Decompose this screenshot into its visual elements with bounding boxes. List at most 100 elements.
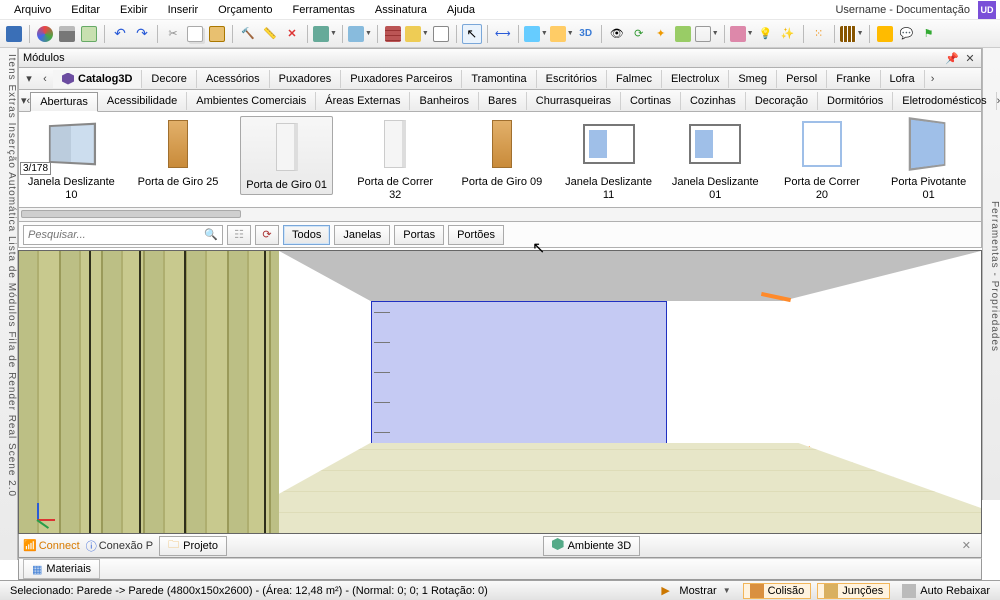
palette-icon[interactable] bbox=[35, 24, 55, 44]
layout-icon[interactable] bbox=[431, 24, 451, 44]
user-badge[interactable]: UD bbox=[978, 1, 996, 19]
catalog-dropdown-icon[interactable]: ▾ bbox=[21, 72, 37, 85]
gallery-item-selected[interactable]: Porta de Giro 01 bbox=[240, 116, 332, 195]
cat-acessibilidade[interactable]: Acessibilidade bbox=[98, 92, 187, 110]
tab-projeto[interactable]: 🗀Projeto bbox=[159, 536, 227, 556]
cat-areas-externas[interactable]: Áreas Externas bbox=[316, 92, 410, 110]
tab-catalog3d[interactable]: Catalog3D bbox=[53, 70, 142, 88]
tab-persol[interactable]: Persol bbox=[777, 70, 827, 88]
filter-todos[interactable]: Todos bbox=[283, 225, 330, 245]
filter-janelas[interactable]: Janelas bbox=[334, 225, 390, 245]
tab-tramontina[interactable]: Tramontina bbox=[462, 70, 536, 88]
camera-icon[interactable] bbox=[673, 24, 693, 44]
export-icon[interactable] bbox=[79, 24, 99, 44]
doc-dropdown[interactable]: ▼ bbox=[550, 26, 574, 42]
cat-cozinhas[interactable]: Cozinhas bbox=[681, 92, 746, 110]
menu-editar[interactable]: Editar bbox=[61, 2, 110, 18]
wand-icon[interactable]: ✨ bbox=[778, 24, 798, 44]
orbit-icon[interactable]: ✦ bbox=[651, 24, 671, 44]
tab-ambiente-3d[interactable]: Ambiente 3D bbox=[543, 536, 641, 556]
gallery-item[interactable]: Porta de Correr 32 bbox=[351, 116, 440, 202]
right-panel-rail[interactable]: Ferramentas - Propriedades bbox=[982, 48, 1000, 500]
module-dropdown[interactable]: ▼ bbox=[313, 26, 337, 42]
light-icon[interactable]: 💡 bbox=[756, 24, 776, 44]
gallery-item[interactable]: Porta de Giro 09 bbox=[458, 116, 547, 189]
search-input[interactable]: 🔍 bbox=[23, 225, 223, 245]
selected-wall[interactable] bbox=[371, 301, 667, 453]
save-icon[interactable] bbox=[4, 24, 24, 44]
gallery-item[interactable]: Janela Deslizante 10 bbox=[27, 116, 116, 202]
cat-dormitorios[interactable]: Dormitórios bbox=[818, 92, 893, 110]
flag-icon[interactable]: ⚑ bbox=[919, 24, 939, 44]
tab-franke[interactable]: Franke bbox=[827, 70, 880, 88]
select-icon[interactable]: ↖ bbox=[462, 24, 482, 44]
redo-icon[interactable]: ↷ bbox=[132, 24, 152, 44]
render-dropdown[interactable]: ▼ bbox=[730, 26, 754, 42]
cat-churrasqueiras[interactable]: Churrasqueiras bbox=[527, 92, 621, 110]
refresh-icon[interactable]: ⟳ bbox=[629, 24, 649, 44]
left-panel-rail[interactable]: Itens Extras Inserção Automática Lista d… bbox=[0, 48, 18, 560]
group-dropdown[interactable]: ▼ bbox=[348, 26, 372, 42]
measure-icon[interactable]: 📏 bbox=[260, 24, 280, 44]
status-colisao[interactable]: Colisão bbox=[743, 583, 812, 599]
dimension-icon[interactable]: ⟷ bbox=[493, 24, 513, 44]
search-field[interactable] bbox=[28, 229, 204, 241]
tab-electrolux[interactable]: Electrolux bbox=[662, 70, 729, 88]
gallery-scrollbar[interactable] bbox=[18, 208, 982, 222]
chat-icon[interactable]: 💬 bbox=[897, 24, 917, 44]
menu-exibir[interactable]: Exibir bbox=[110, 2, 158, 18]
tab-lofra[interactable]: Lofra bbox=[881, 70, 925, 88]
pin-icon[interactable]: 📌 bbox=[945, 51, 959, 65]
category-nav-next[interactable]: › bbox=[997, 95, 1000, 107]
tab-escritorios[interactable]: Escritórios bbox=[537, 70, 607, 88]
status-juncoes[interactable]: Junções bbox=[817, 583, 890, 599]
catalog-nav-prev[interactable]: ‹ bbox=[37, 73, 53, 85]
tab-materiais[interactable]: ▦Materiais bbox=[23, 559, 100, 579]
panel-close-icon[interactable]: ✕ bbox=[963, 51, 977, 65]
person-icon[interactable] bbox=[875, 24, 895, 44]
cat-bares[interactable]: Bares bbox=[479, 92, 527, 110]
cat-aberturas[interactable]: Aberturas bbox=[30, 92, 98, 112]
layers-dropdown[interactable]: ▼ bbox=[524, 26, 548, 42]
paste-icon[interactable] bbox=[207, 24, 227, 44]
hammer-icon[interactable]: 🔨 bbox=[238, 24, 258, 44]
filter-portoes[interactable]: Portões bbox=[448, 225, 504, 245]
menu-assinatura[interactable]: Assinatura bbox=[365, 2, 437, 18]
cat-decoracao[interactable]: Decoração bbox=[746, 92, 818, 110]
gallery-item[interactable]: Porta Pivotante 01 bbox=[884, 116, 973, 202]
gallery-item[interactable]: Janela Deslizante 01 bbox=[671, 116, 760, 202]
conexao-link[interactable]: ⓘConexão P bbox=[86, 538, 153, 554]
cat-cortinas[interactable]: Cortinas bbox=[621, 92, 681, 110]
tree-view-icon[interactable]: ☷ bbox=[227, 225, 251, 245]
tab-falmec[interactable]: Falmec bbox=[607, 70, 662, 88]
menu-orcamento[interactable]: Orçamento bbox=[208, 2, 282, 18]
tab-puxadores-parceiros[interactable]: Puxadores Parceiros bbox=[341, 70, 462, 88]
geometry-dropdown[interactable]: ▼ bbox=[405, 26, 429, 42]
menu-inserir[interactable]: Inserir bbox=[158, 2, 209, 18]
status-auto-rebaixar[interactable]: Auto Rebaixar bbox=[896, 584, 996, 598]
gallery-item[interactable]: Porta de Correr 20 bbox=[778, 116, 867, 202]
tab-puxadores[interactable]: Puxadores bbox=[270, 70, 342, 88]
delete-icon[interactable]: ✕ bbox=[282, 24, 302, 44]
tab-acessorios[interactable]: Acessórios bbox=[197, 70, 270, 88]
eye-icon[interactable]: 👁 bbox=[607, 24, 627, 44]
3d-icon[interactable]: 3D bbox=[576, 24, 596, 44]
apps-icon[interactable]: ⁙ bbox=[809, 24, 829, 44]
tab-decore[interactable]: Decore bbox=[142, 70, 196, 88]
print-icon[interactable] bbox=[57, 24, 77, 44]
undo-icon[interactable]: ↶ bbox=[110, 24, 130, 44]
grid-dropdown[interactable]: ▼ bbox=[840, 26, 864, 42]
search-icon[interactable]: 🔍 bbox=[204, 228, 218, 241]
gallery-item[interactable]: Janela Deslizante 11 bbox=[564, 116, 653, 202]
tab-close-icon[interactable]: ✕ bbox=[956, 539, 977, 552]
copy-icon[interactable] bbox=[185, 24, 205, 44]
cut-icon[interactable]: ✂ bbox=[163, 24, 183, 44]
view-dropdown[interactable]: ▼ bbox=[695, 26, 719, 42]
gallery-item[interactable]: Porta de Giro 25 bbox=[134, 116, 223, 189]
viewport-3d[interactable] bbox=[18, 250, 982, 534]
menu-ajuda[interactable]: Ajuda bbox=[437, 2, 485, 18]
status-mostrar[interactable]: ▶Mostrar▼ bbox=[655, 584, 736, 598]
tab-smeg[interactable]: Smeg bbox=[729, 70, 777, 88]
filter-portas[interactable]: Portas bbox=[394, 225, 444, 245]
connect-link[interactable]: 📶Connect bbox=[23, 539, 80, 552]
